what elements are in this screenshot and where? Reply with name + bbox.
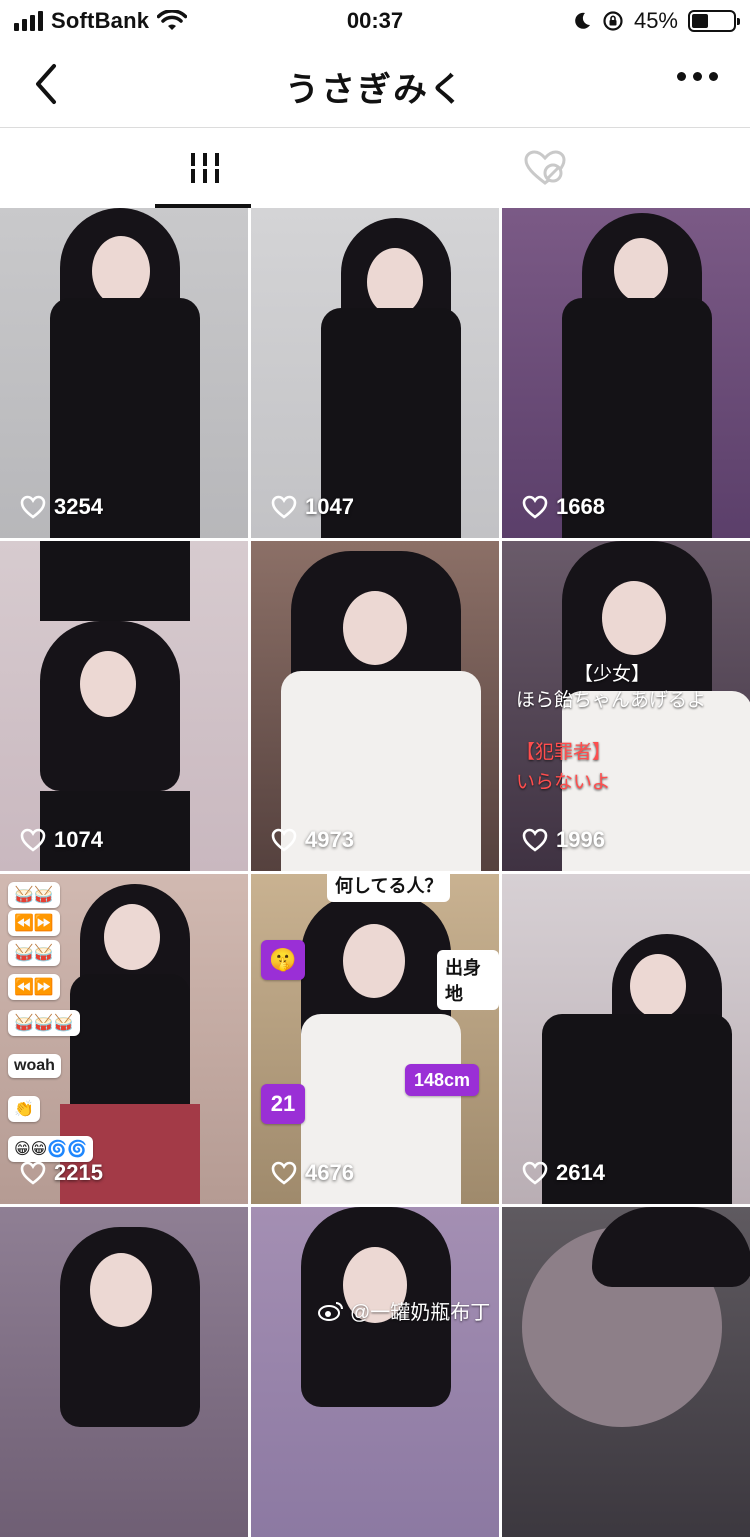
- emoji-badge: 🤫: [261, 940, 305, 980]
- video-thumbnail[interactable]: 3254: [0, 208, 248, 538]
- video-thumbnail[interactable]: 【少女】 ほら飴ちゃんあげるよ 【犯罪者】 いらないよ 1996: [502, 541, 750, 871]
- tab-liked[interactable]: [420, 128, 670, 208]
- heart-icon: [271, 1161, 297, 1185]
- more-icon[interactable]: [677, 72, 718, 81]
- thumbnail-image: [0, 1207, 248, 1537]
- like-count: 2215: [20, 1160, 103, 1186]
- profile-tabs: [0, 128, 750, 208]
- thumbnail-image: [251, 1207, 499, 1537]
- sticker: 😁😁🌀🌀: [8, 1136, 94, 1162]
- thumbnail-image: [0, 208, 248, 538]
- heart-icon: [20, 828, 46, 852]
- like-count: 1996: [522, 827, 605, 853]
- heart-icon: [522, 828, 548, 852]
- sticker: 👏: [8, 1096, 40, 1122]
- video-thumbnail[interactable]: 1074: [0, 541, 248, 871]
- like-count: 4973: [271, 827, 354, 853]
- like-count-value: 1074: [54, 827, 103, 852]
- video-thumbnail[interactable]: 1668: [502, 208, 750, 538]
- heart-icon: [20, 1161, 46, 1185]
- heart-icon: [522, 1161, 548, 1185]
- thumbnail-image: [251, 874, 499, 1204]
- nav-bar: うさぎみく: [0, 42, 750, 128]
- like-count-value: 1996: [556, 827, 605, 852]
- video-thumbnail[interactable]: 1047: [251, 208, 499, 538]
- thumbnail-image: [251, 208, 499, 538]
- thumbnail-image: [502, 1207, 750, 1537]
- like-count: 1047: [271, 494, 354, 520]
- video-thumbnail[interactable]: 何してる人？ 🤫 出身地 148cm 21 4676: [251, 874, 499, 1204]
- sticker: 🥁🥁: [8, 882, 60, 908]
- overlay-line: 【少女】: [574, 664, 651, 685]
- sticker: 🥁🥁🥁: [8, 1010, 80, 1036]
- thumbnail-image: [0, 541, 248, 871]
- video-thumbnail[interactable]: [0, 1207, 248, 1537]
- video-grid: 3254 1047 1668 1074 4973 【少女】 ほら飴ちゃんあげるよ…: [0, 208, 750, 1537]
- weibo-icon: [318, 1301, 343, 1321]
- video-thumbnail[interactable]: [502, 1207, 750, 1537]
- moon-icon: [575, 12, 590, 29]
- video-thumbnail[interactable]: 2614: [502, 874, 750, 1204]
- video-thumbnail[interactable]: 4973: [251, 541, 499, 871]
- like-count-value: 2614: [556, 1160, 605, 1185]
- battery-fill: [692, 14, 708, 28]
- video-thumbnail[interactable]: [251, 1207, 499, 1537]
- like-count-value: 1047: [305, 494, 354, 519]
- like-count-value: 3254: [54, 494, 103, 519]
- status-right: 45%: [572, 8, 740, 34]
- like-count: 2614: [522, 1160, 605, 1186]
- overlay-bubble: 出身地: [437, 950, 499, 1010]
- height-tag: 148cm: [405, 1064, 479, 1096]
- hidden-heart-icon: [524, 150, 566, 185]
- thumbnail-image: [251, 541, 499, 871]
- sticker: woah: [8, 1054, 61, 1078]
- overlay-line: いらないよ: [516, 772, 611, 793]
- heart-icon: [271, 495, 297, 519]
- rotation-lock-icon: [603, 11, 623, 31]
- sticker: ⏪⏩: [8, 974, 60, 1000]
- sticker: 🥁🥁: [8, 940, 60, 966]
- battery-icon: [688, 10, 740, 32]
- like-count: 4676: [271, 1160, 354, 1186]
- heart-icon: [522, 495, 548, 519]
- like-count-value: 1668: [556, 494, 605, 519]
- video-thumbnail[interactable]: 🥁🥁 ⏪⏩ 🥁🥁 ⏪⏩ 🥁🥁🥁 woah 👏 😁😁🌀🌀 2215: [0, 874, 248, 1204]
- battery-percent: 45%: [633, 8, 678, 33]
- like-count-value: 4973: [305, 827, 354, 852]
- status-bar: SoftBank 00:37 45%: [0, 0, 750, 42]
- overlay-line: 【犯罪者】: [516, 742, 612, 763]
- thumbnail-image: [502, 208, 750, 538]
- like-count: 1668: [522, 494, 605, 520]
- heart-icon: [271, 828, 297, 852]
- page-title: うさぎみく: [285, 71, 465, 109]
- watermark: @一罐奶瓶布丁: [318, 1296, 490, 1325]
- tab-videos[interactable]: [80, 128, 330, 208]
- grid-icon: [189, 153, 221, 183]
- heart-icon: [20, 495, 46, 519]
- thumbnail-image: [502, 874, 750, 1204]
- watermark-text: @一罐奶瓶布丁: [350, 1302, 491, 1324]
- like-count: 3254: [20, 494, 103, 520]
- overlay-caption: 何してる人？: [327, 874, 451, 902]
- like-count: 1074: [20, 827, 103, 853]
- overlay-line: ほら飴ちゃんあげるよ: [516, 690, 707, 711]
- like-count-value: 2215: [54, 1160, 103, 1185]
- sticker: ⏪⏩: [8, 910, 60, 936]
- like-count-value: 4676: [305, 1160, 354, 1185]
- age-badge: 21: [261, 1084, 305, 1124]
